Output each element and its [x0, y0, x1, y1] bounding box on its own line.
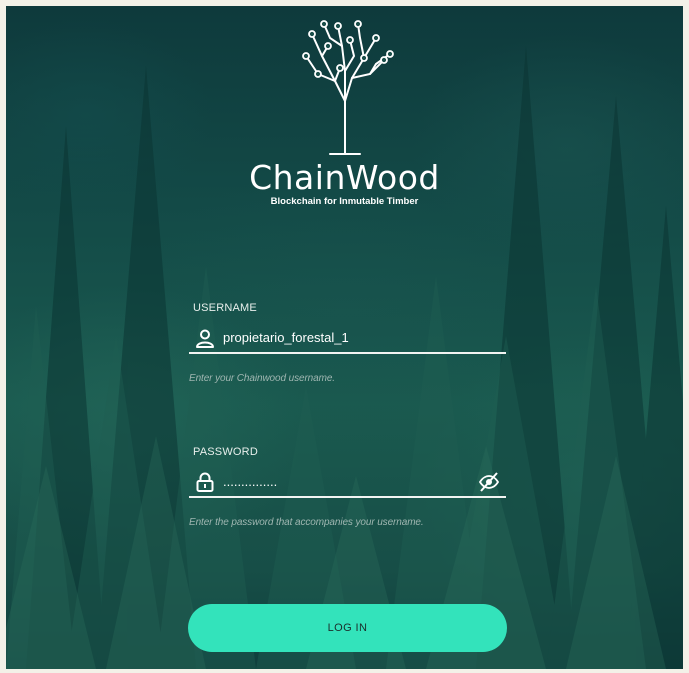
user-icon — [196, 329, 214, 348]
password-input[interactable] — [223, 470, 463, 492]
password-hint: Enter the password that accompanies your… — [189, 517, 424, 528]
username-input[interactable] — [223, 326, 463, 348]
brand-name: ChainWood — [249, 158, 440, 197]
username-field — [189, 324, 506, 354]
brand-tagline: Blockchain for Inmutable Timber — [270, 196, 419, 207]
username-hint: Enter your Chainwood username. — [189, 373, 335, 384]
logo — [6, 16, 683, 156]
username-label: USERNAME — [193, 302, 257, 314]
lock-icon — [196, 472, 214, 492]
eye-slash-icon[interactable] — [478, 471, 500, 493]
login-screen: ChainWood Blockchain for Inmutable Timbe… — [6, 6, 683, 669]
password-label: PASSWORD — [193, 446, 258, 458]
circuit-tree-icon — [301, 20, 394, 155]
login-button[interactable]: LOG IN — [188, 604, 507, 652]
password-field — [189, 468, 506, 498]
